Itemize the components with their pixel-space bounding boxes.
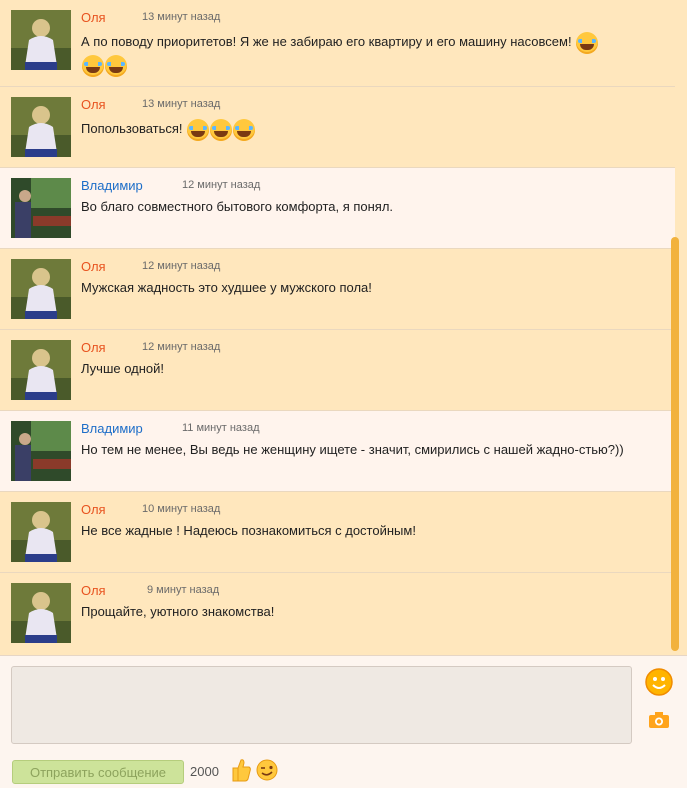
laughing-tears-emoji-icon: [233, 118, 256, 141]
message-time: 9 минут назад: [147, 584, 220, 596]
message-author[interactable]: Владимир: [81, 421, 143, 436]
message-text: Попользоваться!: [81, 117, 635, 141]
avatar-olya[interactable]: [11, 97, 71, 157]
message-item: Оля 10 минут назад Не все жадные ! Надею…: [0, 492, 675, 573]
avatar-vladimir[interactable]: [11, 421, 71, 481]
message-author[interactable]: Оля: [81, 340, 106, 355]
message-item: Владимир 12 минут назад Во благо совмест…: [0, 168, 675, 249]
message-list[interactable]: Оля 13 минут назад А по поводу приоритет…: [0, 0, 675, 655]
message-time: 10 минут назад: [142, 503, 221, 515]
avatar-olya[interactable]: [11, 502, 71, 562]
message-text: Лучше одной!: [81, 361, 165, 376]
message-item: Оля 12 минут назад Мужская жадность это …: [0, 249, 675, 330]
wink-icon[interactable]: [256, 759, 278, 781]
composer: Отправить сообщение 2000: [0, 655, 687, 788]
message-item: Оля 13 минут назад Попользоваться!: [0, 87, 675, 168]
smile-icon[interactable]: [645, 668, 673, 696]
laughing-tears-emoji-icon: [82, 55, 104, 78]
message-text: Не все жадные ! Надеюсь познакомиться с …: [81, 523, 416, 538]
message-text: Во благо совместного бытового комфорта, …: [81, 199, 394, 214]
message-input[interactable]: [11, 666, 632, 744]
message-item: Владимир 11 минут назад Но тем не менее,…: [0, 411, 675, 492]
message-text: Мужская жадность это худшее у мужского п…: [81, 280, 372, 295]
message-time: 12 минут назад: [142, 341, 221, 353]
char-counter: 2000: [190, 764, 219, 779]
thumbs-up-icon[interactable]: [232, 758, 252, 782]
message-author[interactable]: Оля: [81, 502, 106, 517]
laughing-tears-emoji-icon: [105, 55, 127, 78]
message-time: 13 минут назад: [142, 98, 221, 110]
message-item: Оля 9 минут назад Прощайте, уютного знак…: [0, 573, 675, 655]
scrollbar-thumb[interactable]: [671, 237, 679, 651]
avatar-vladimir[interactable]: [11, 178, 71, 238]
camera-icon[interactable]: [648, 711, 670, 729]
message-author[interactable]: Оля: [81, 97, 106, 112]
message-text: Но тем не менее, Вы ведь не женщину ищет…: [81, 442, 624, 457]
message-text: Прощайте, уютного знакомства!: [81, 604, 275, 619]
laughing-tears-emoji-icon: [576, 31, 599, 54]
message-time: 12 минут назад: [182, 179, 261, 191]
avatar-olya[interactable]: [11, 583, 71, 643]
send-message-button[interactable]: Отправить сообщение: [12, 760, 184, 784]
message-author[interactable]: Оля: [81, 583, 106, 598]
avatar-olya[interactable]: [11, 10, 71, 70]
message-author[interactable]: Оля: [81, 259, 106, 274]
message-author[interactable]: Владимир: [81, 178, 143, 193]
message-time: 12 минут назад: [142, 260, 221, 272]
message-author[interactable]: Оля: [81, 10, 106, 25]
laughing-tears-emoji-icon: [187, 118, 210, 141]
message-item: Оля 12 минут назад Лучше одной!: [0, 330, 675, 411]
laughing-tears-emoji-icon: [210, 118, 233, 141]
avatar-olya[interactable]: [11, 340, 71, 400]
avatar-olya[interactable]: [11, 259, 71, 319]
message-time: 13 минут назад: [142, 11, 221, 23]
message-time: 11 минут назад: [182, 422, 260, 434]
message-text: А по поводу приоритетов! Я же не забираю…: [81, 30, 635, 78]
message-item: Оля 13 минут назад А по поводу приоритет…: [0, 0, 675, 87]
